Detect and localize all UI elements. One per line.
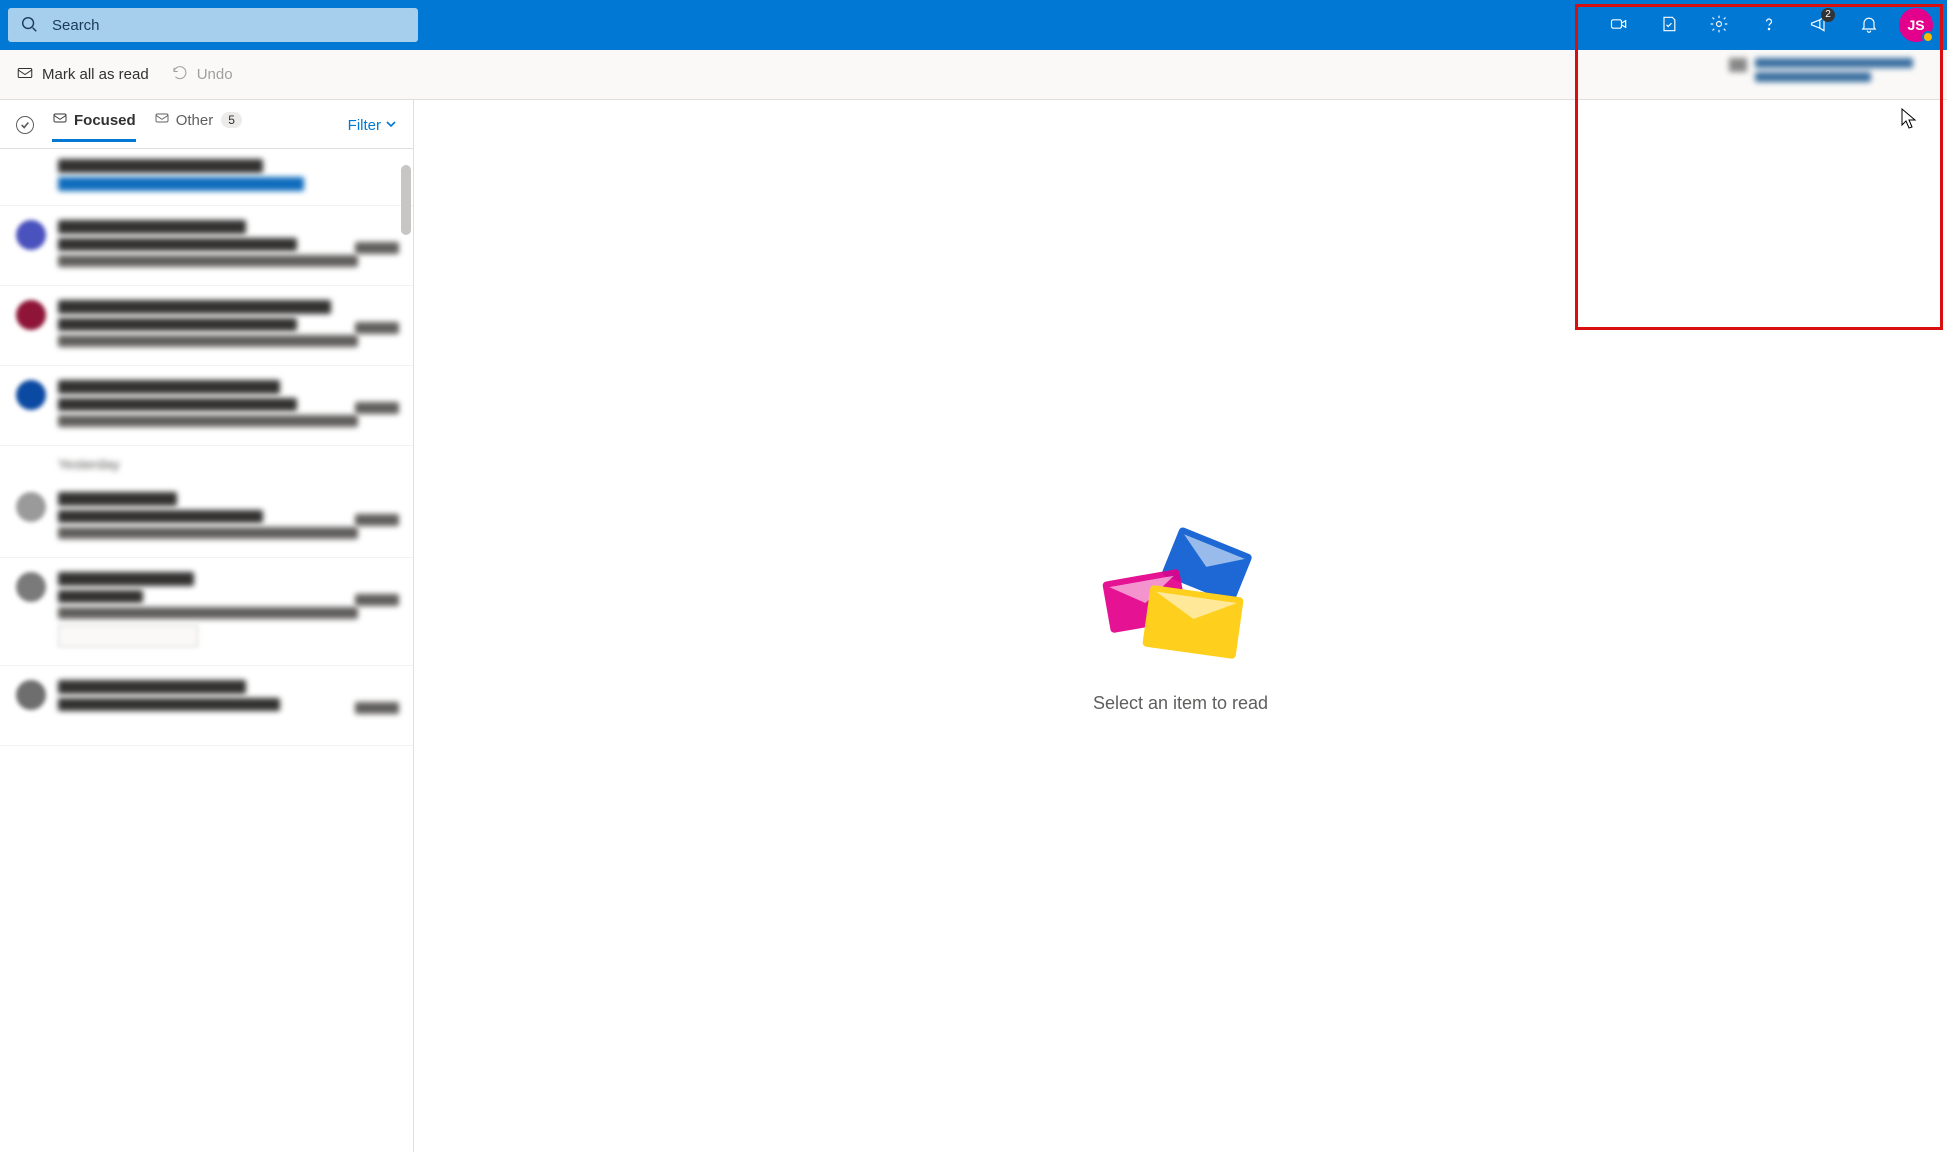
- message-list-panel: Focused Other 5 Filter: [0, 100, 414, 1152]
- undo-button[interactable]: Undo: [171, 64, 233, 86]
- tab-focused-label: Focused: [74, 112, 136, 129]
- whats-new-badge: 2: [1821, 8, 1835, 22]
- avatar-initials: JS: [1907, 17, 1924, 33]
- list-header: Focused Other 5 Filter: [0, 100, 413, 148]
- date-group-header: Yesterday: [0, 446, 413, 478]
- select-all-toggle[interactable]: [16, 116, 34, 134]
- message-item[interactable]: [0, 366, 413, 446]
- filter-label: Filter: [348, 117, 381, 134]
- message-item[interactable]: [0, 666, 413, 746]
- filter-button[interactable]: Filter: [348, 117, 397, 134]
- tab-other[interactable]: Other 5: [154, 110, 242, 140]
- search-icon: [20, 15, 38, 36]
- top-icons: 2 JS: [1595, 0, 1939, 50]
- attachment-chip[interactable]: [58, 625, 198, 647]
- notification-preview: [1691, 58, 1921, 86]
- message-item[interactable]: [0, 286, 413, 366]
- notifications-button[interactable]: [1845, 0, 1893, 50]
- empty-state-illustration: [1106, 539, 1256, 669]
- settings-button[interactable]: [1695, 0, 1743, 50]
- account-avatar[interactable]: JS: [1899, 8, 1933, 42]
- message-item[interactable]: [0, 558, 413, 666]
- main-area: Focused Other 5 Filter: [0, 100, 1947, 1152]
- message-list[interactable]: Yesterday: [0, 149, 413, 1152]
- bell-icon: [1859, 14, 1879, 37]
- mark-all-read-button[interactable]: Mark all as read: [16, 64, 149, 86]
- empty-state-text: Select an item to read: [1093, 693, 1268, 714]
- top-bar: 2 JS: [0, 0, 1947, 50]
- search-input[interactable]: [50, 16, 406, 35]
- message-item[interactable]: [0, 206, 413, 286]
- tab-focused[interactable]: Focused: [52, 110, 136, 140]
- scrollbar-thumb[interactable]: [401, 165, 411, 235]
- focused-inbox-icon: [52, 110, 68, 130]
- mark-all-read-label: Mark all as read: [42, 66, 149, 83]
- undo-label: Undo: [197, 66, 233, 83]
- help-icon: [1759, 14, 1779, 37]
- other-inbox-icon: [154, 110, 170, 130]
- tasks-button[interactable]: [1645, 0, 1693, 50]
- tab-other-count: 5: [221, 112, 242, 128]
- meet-now-button[interactable]: [1595, 0, 1643, 50]
- gear-icon: [1709, 14, 1729, 37]
- message-item[interactable]: [0, 478, 413, 558]
- message-item[interactable]: [0, 149, 413, 206]
- chevron-down-icon: [385, 117, 397, 134]
- search-box[interactable]: [8, 8, 418, 42]
- undo-icon: [171, 64, 189, 86]
- command-bar: Mark all as read Undo: [0, 50, 1947, 100]
- video-chat-icon: [1609, 14, 1629, 37]
- help-button[interactable]: [1745, 0, 1793, 50]
- tab-other-label: Other: [176, 112, 214, 129]
- whats-new-button[interactable]: 2: [1795, 0, 1843, 50]
- presence-indicator: [1922, 31, 1934, 43]
- reading-pane: Select an item to read: [414, 100, 1947, 1152]
- note-check-icon: [1659, 14, 1679, 37]
- mail-read-icon: [16, 64, 34, 86]
